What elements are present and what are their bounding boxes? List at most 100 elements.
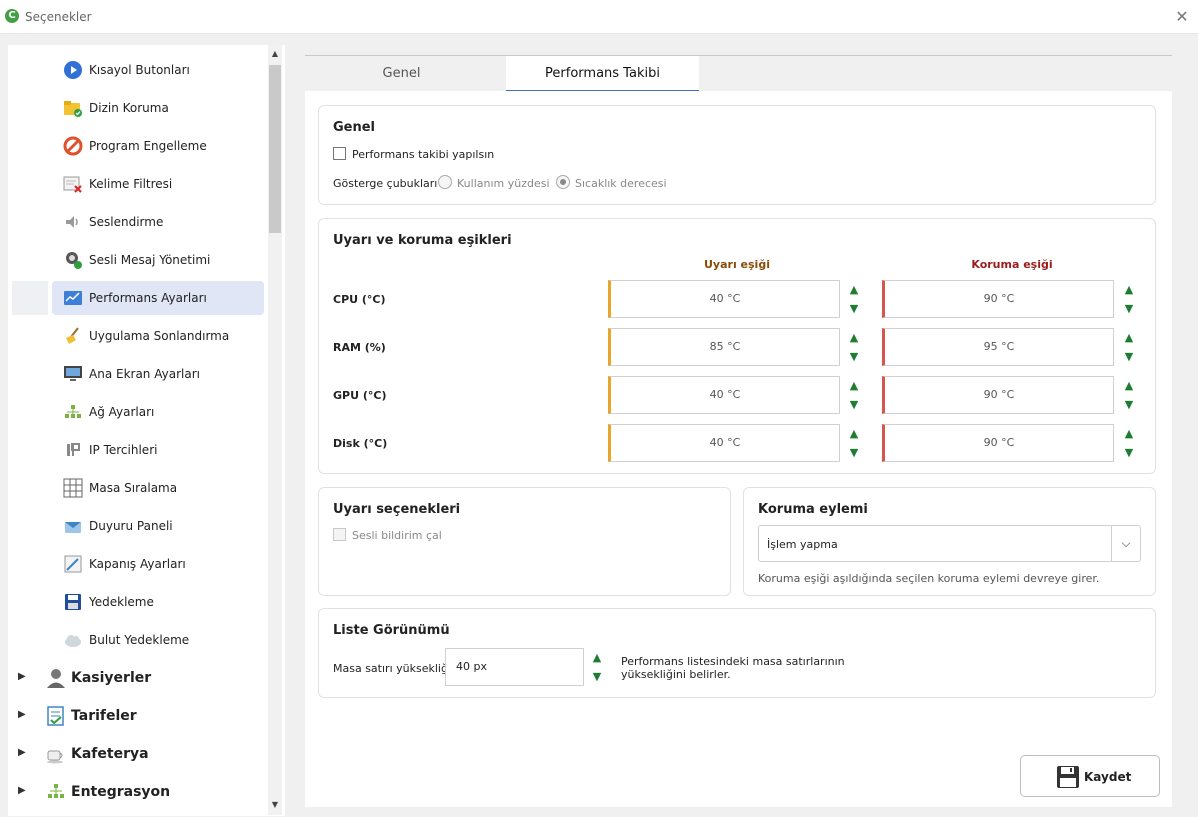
save-button[interactable]: Kaydet (1020, 755, 1160, 797)
expand-arrow-icon[interactable]: ▶ (18, 671, 26, 682)
broom-icon (66, 327, 79, 344)
ram-label: RAM (%) (333, 341, 386, 354)
disk-prot-input[interactable]: 90 °C (882, 424, 1114, 462)
ram-warn-stepper[interactable]: ▲ ▼ (841, 328, 867, 366)
decrement-arrow-icon[interactable]: ▼ (841, 299, 867, 318)
scroll-up-arrow-icon[interactable]: ▲ (268, 49, 282, 61)
sidebar-item-label: Sesli Mesaj Yönetimi (89, 253, 211, 267)
cpu-prot-stepper[interactable]: ▲ ▼ (1116, 280, 1142, 318)
cloud-backup-icon (65, 635, 81, 647)
sidebar-item-label: Duyuru Paneli (89, 519, 173, 533)
ram-prot-input[interactable]: 95 °C (882, 328, 1114, 366)
sidebar-item-kisayol-butonlari[interactable]: Kısayol Butonları (8, 53, 270, 87)
tab-performans-takibi[interactable]: Performans Takibi (506, 56, 699, 92)
tariff-icon (47, 706, 64, 726)
gpu-warn-stepper[interactable]: ▲ ▼ (841, 376, 867, 414)
sidebar-item-program-engelleme[interactable]: Program Engelleme (8, 129, 270, 163)
increment-arrow-icon[interactable]: ▲ (584, 648, 610, 667)
monitor-icon (64, 366, 82, 381)
sidebar-item-ana-ekran-ayarlari[interactable]: Ana Ekran Ayarları (8, 357, 270, 391)
increment-arrow-icon[interactable]: ▲ (1116, 376, 1142, 395)
sidebar-scrollbar[interactable]: ▲ ▼ (268, 45, 282, 815)
floppy-disk-icon (1057, 766, 1079, 788)
sidebar-group-kasiyerler[interactable]: ▶ Kasiyerler (8, 661, 270, 695)
decrement-arrow-icon[interactable]: ▼ (1116, 443, 1142, 462)
increment-arrow-icon[interactable]: ▲ (841, 328, 867, 347)
row-height-label: Masa satırı yüksekliği (333, 662, 451, 675)
cpu-warn-input[interactable]: 40 °C (608, 280, 840, 318)
protection-action-panel: Koruma eylemi İşlem yapma ⌵ Koruma eşiği… (743, 487, 1156, 596)
disk-warn-input[interactable]: 40 °C (608, 424, 840, 462)
row-height-input[interactable]: 40 px (445, 648, 584, 686)
sidebar-item-yedekleme[interactable]: Yedekleme (8, 585, 270, 619)
disk-warn-stepper[interactable]: ▲ ▼ (841, 424, 867, 462)
tab-genel[interactable]: Genel (305, 56, 498, 92)
sidebar-group-kafeterya[interactable]: ▶ Kafeterya (8, 737, 270, 771)
decrement-arrow-icon[interactable]: ▼ (841, 443, 867, 462)
sidebar-item-duyuru-paneli[interactable]: Duyuru Paneli (8, 509, 270, 543)
gpu-warn-input[interactable]: 40 °C (608, 376, 840, 414)
play-button-icon (64, 61, 82, 79)
sidebar-item-performans-ayarlari[interactable]: Performans Ayarları (8, 281, 270, 315)
row-height-stepper[interactable]: ▲ ▼ (584, 648, 610, 686)
increment-arrow-icon[interactable]: ▲ (1116, 424, 1142, 443)
decrement-arrow-icon[interactable]: ▼ (841, 395, 867, 414)
performance-tracking-checkbox[interactable] (333, 147, 346, 160)
voice-message-icon (66, 252, 82, 269)
sound-alert-label: Sesli bildirim çal (352, 529, 442, 542)
sidebar-item-ag-ayarlari[interactable]: Ağ Ayarları (8, 395, 270, 429)
decrement-arrow-icon[interactable]: ▼ (1116, 299, 1142, 318)
sidebar-item-uygulama-sonlandirma[interactable]: Uygulama Sonlandırma (8, 319, 270, 353)
increment-arrow-icon[interactable]: ▲ (841, 424, 867, 443)
decrement-arrow-icon[interactable]: ▼ (1116, 347, 1142, 366)
increment-arrow-icon[interactable]: ▲ (841, 280, 867, 299)
sidebar-group-entegrasyon[interactable]: ▶ Entegrasyon (8, 775, 270, 809)
protection-action-select[interactable]: İşlem yapma ⌵ (758, 525, 1141, 562)
sidebar-item-ip-tercihleri[interactable]: IP Tercihleri (8, 433, 270, 467)
sound-alert-checkbox[interactable] (333, 528, 346, 541)
sidebar-item-kelime-filtresi[interactable]: Kelime Filtresi (8, 167, 270, 201)
sidebar-item-sesli-mesaj-yonetimi[interactable]: Sesli Mesaj Yönetimi (8, 243, 270, 277)
sidebar-group-tarifeler[interactable]: ▶ Tarifeler (8, 699, 270, 733)
sidebar-group-label: Kafeterya (71, 746, 149, 762)
sidebar-group-label: Tarifeler (71, 708, 137, 724)
decrement-arrow-icon[interactable]: ▼ (1116, 395, 1142, 414)
disk-label: Disk (°C) (333, 437, 388, 450)
close-button[interactable]: ✕ (1172, 7, 1192, 27)
decrement-arrow-icon[interactable]: ▼ (584, 667, 610, 686)
cpu-prot-input[interactable]: 90 °C (882, 280, 1114, 318)
sidebar-item-dizin-koruma[interactable]: Dizin Koruma (8, 91, 270, 125)
tab-content: Genel Performans takibi yapılsın Gösterg… (305, 91, 1172, 807)
gpu-prot-input[interactable]: 90 °C (882, 376, 1114, 414)
gpu-prot-stepper[interactable]: ▲ ▼ (1116, 376, 1142, 414)
alert-options-panel: Uyarı seçenekleri Sesli bildirim çal (318, 487, 731, 596)
sidebar-group-label: Entegrasyon (71, 784, 171, 800)
network-icon (65, 405, 81, 418)
increment-arrow-icon[interactable]: ▲ (841, 376, 867, 395)
disk-prot-stepper[interactable]: ▲ ▼ (1116, 424, 1142, 462)
expand-arrow-icon[interactable]: ▶ (18, 709, 26, 720)
protection-threshold-header: Koruma eşiği (971, 258, 1053, 271)
decrement-arrow-icon[interactable]: ▼ (841, 347, 867, 366)
scroll-thumb[interactable] (269, 65, 281, 233)
expand-arrow-icon[interactable]: ▶ (18, 785, 26, 796)
temperature-radio[interactable] (556, 175, 570, 189)
increment-arrow-icon[interactable]: ▲ (1116, 280, 1142, 299)
cpu-warn-stepper[interactable]: ▲ ▼ (841, 280, 867, 318)
title-bar: C Seçenekler ✕ (0, 0, 1198, 34)
sidebar-item-masa-siralama[interactable]: Masa Sıralama (8, 471, 270, 505)
ram-prot-stepper[interactable]: ▲ ▼ (1116, 328, 1142, 366)
increment-arrow-icon[interactable]: ▲ (1116, 328, 1142, 347)
announcement-icon (65, 522, 81, 533)
sidebar-item-kapanis-ayarlari[interactable]: Kapanış Ayarları (8, 547, 270, 581)
ram-warn-input[interactable]: 85 °C (608, 328, 840, 366)
sidebar-item-bulut-yedekleme[interactable]: Bulut Yedekleme (8, 623, 270, 657)
scroll-down-arrow-icon[interactable]: ▼ (268, 800, 282, 812)
sidebar-item-seslendirme[interactable]: Seslendirme (8, 205, 270, 239)
sidebar-item-label: Bulut Yedekleme (89, 633, 190, 647)
expand-arrow-icon[interactable]: ▶ (18, 747, 26, 758)
word-filter-icon (63, 176, 82, 193)
sidebar-item-label: Kapanış Ayarları (89, 557, 186, 571)
chevron-down-icon[interactable]: ⌵ (1111, 526, 1140, 561)
usage-percent-radio[interactable] (438, 175, 452, 189)
